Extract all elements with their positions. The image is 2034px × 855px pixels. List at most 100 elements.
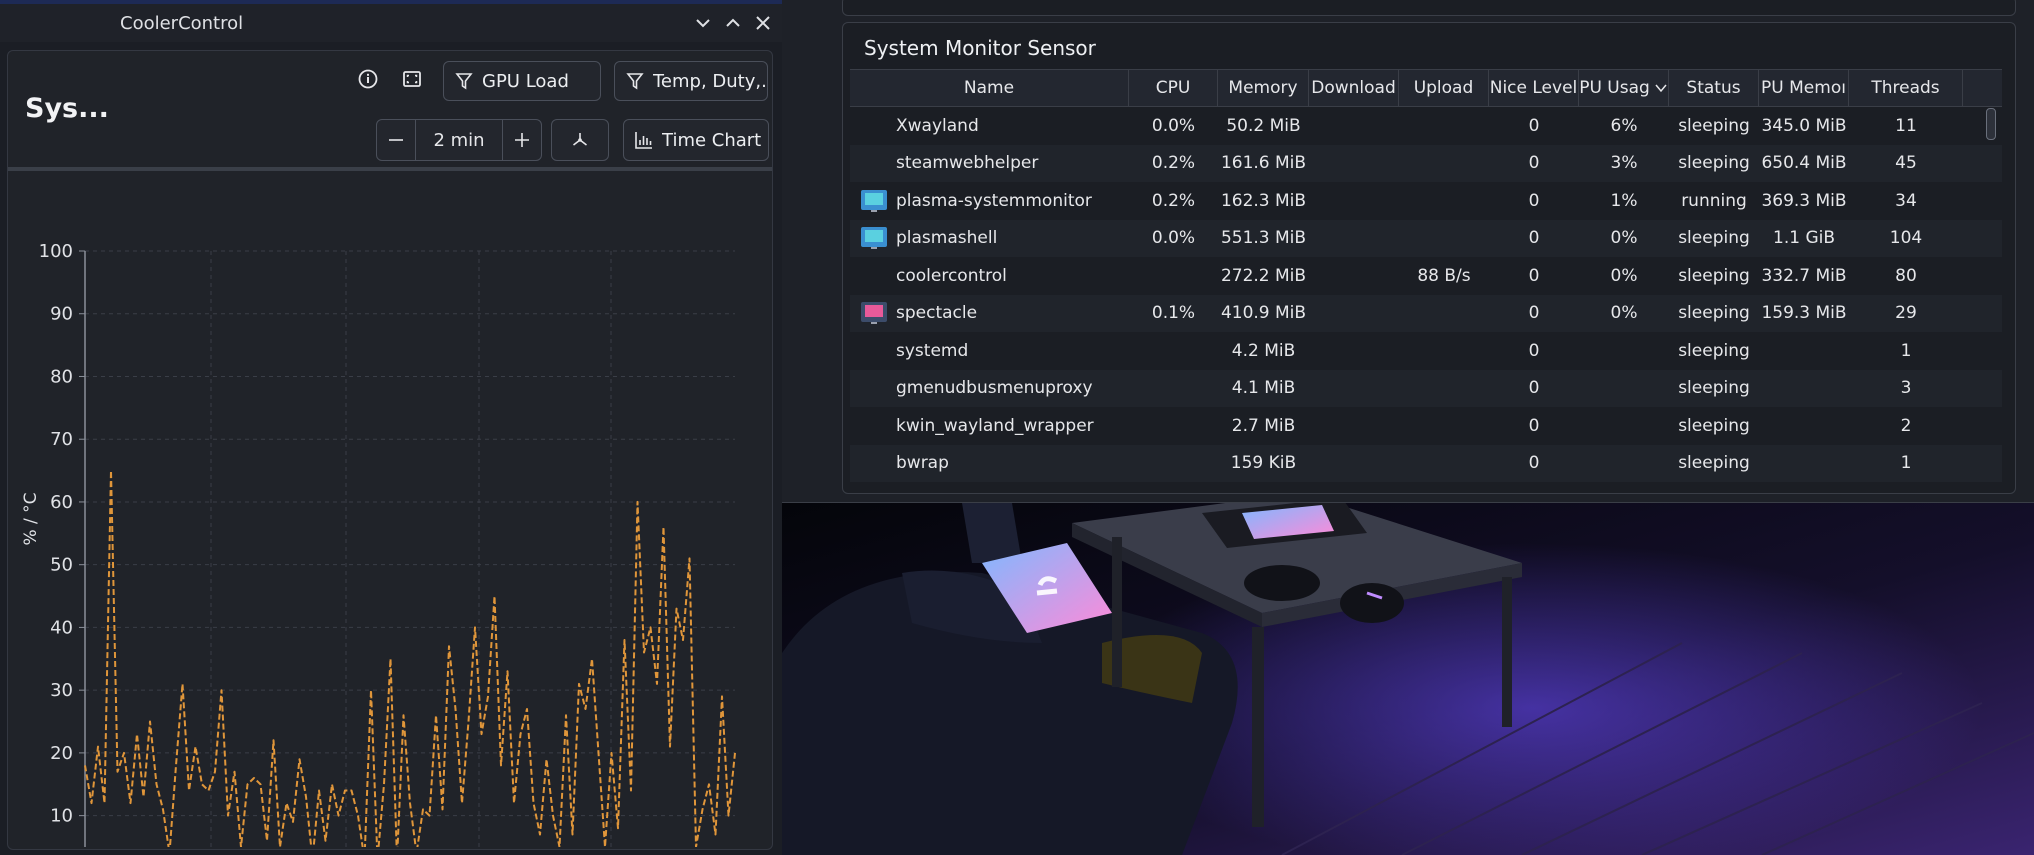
column-header-download[interactable]: Download (1309, 70, 1399, 106)
cell-upload (1399, 370, 1489, 408)
coolercontrol-window: CoolerControl Sys... GPU Load Temp, Duty… (0, 0, 783, 855)
cell-nice: 0 (1528, 340, 1540, 361)
column-header-cpu[interactable]: CPU (1129, 70, 1218, 106)
minimize-button[interactable] (692, 12, 714, 34)
table-body: Xwayland 0.0% 50.2 MiB 0 6% sleeping 345.0 MiB… (850, 107, 2002, 482)
cell-download (1309, 295, 1399, 333)
column-header-upload[interactable]: Upload (1399, 70, 1489, 106)
cell-status: sleeping (1678, 453, 1750, 474)
maximize-button[interactable] (722, 12, 744, 34)
cell-gpu-memory: 159.3 MiB (1761, 303, 1847, 324)
cell-gpu-memory (1759, 407, 1849, 445)
cell-download (1309, 332, 1399, 370)
table-scrollbar[interactable] (1986, 108, 1996, 140)
wallpaper-image (782, 503, 2034, 855)
table-row[interactable]: plasmashell 0.0% 551.3 MiB 0 0% sleeping 1.1 G… (850, 219, 2002, 258)
column-header-nice-level[interactable]: Nice Level (1489, 70, 1579, 106)
dashboard-title: Sys... (25, 93, 109, 124)
window-titlebar[interactable]: CoolerControl (0, 4, 782, 42)
cell-status: sleeping (1678, 115, 1750, 136)
cell-threads: 45 (1895, 153, 1917, 174)
column-header-gpu-usage[interactable]: PU Usag (1579, 70, 1669, 106)
minus-icon (389, 139, 403, 141)
cell-threads: 2 (1900, 415, 1912, 436)
cell-upload (1399, 107, 1489, 145)
upper-panel (842, 0, 2016, 16)
cell-gpu-usage: 1% (1610, 190, 1638, 211)
y-tick-label: 20 (50, 743, 73, 764)
time-chart[interactable]: 10 20 30 40 50 60 70 80 90 100 % / °C (8, 175, 772, 847)
fullscreen-button[interactable] (398, 65, 426, 93)
column-header-threads[interactable]: Threads (1849, 70, 1963, 106)
y-tick-label: 80 (50, 366, 73, 387)
cell-cpu (1129, 445, 1218, 483)
row-filler (1963, 332, 2002, 370)
filter-temp-button[interactable]: Temp, Duty,... (614, 61, 768, 101)
table-header: Name CPU Memory Download Upload Nice Lev… (850, 69, 2002, 107)
table-row[interactable]: gmenudbusmenuproxy 4.1 MiB 0 sleeping 3 (850, 369, 2002, 408)
close-button[interactable] (752, 12, 774, 34)
chevron-down-icon (696, 19, 710, 28)
cell-gpu-usage (1579, 332, 1669, 370)
cell-memory: 159 KiB (1230, 453, 1297, 474)
table-row[interactable]: kwin_wayland_wrapper 2.7 MiB 0 sleeping 2 (850, 407, 2002, 445)
process-name: bwrap (896, 453, 949, 474)
decrease-duration-button[interactable] (377, 120, 415, 160)
cell-memory: 50.2 MiB (1226, 115, 1301, 136)
cell-nice: 0 (1528, 378, 1540, 399)
cell-nice: 0 (1528, 228, 1540, 249)
cell-download (1309, 182, 1399, 220)
cell-threads: 29 (1895, 303, 1917, 324)
column-header-name[interactable]: Name (850, 70, 1129, 106)
cell-upload (1399, 295, 1489, 333)
column-header-status[interactable]: Status (1669, 70, 1759, 106)
increase-duration-button[interactable] (503, 120, 541, 160)
axis-options-button[interactable] (551, 119, 609, 161)
chart-type-button[interactable]: Time Chart (623, 119, 769, 161)
cell-download (1309, 145, 1399, 183)
column-header-memory[interactable]: Memory (1218, 70, 1309, 106)
cell-cpu: 0.1% (1151, 303, 1196, 324)
info-button[interactable] (354, 65, 382, 93)
blank-app-icon (860, 151, 888, 175)
cell-threads: 3 (1900, 378, 1912, 399)
filter-gpu-button[interactable]: GPU Load (443, 61, 601, 101)
cell-name: plasma-systemmonitor (850, 182, 1129, 220)
cell-nice: 0 (1528, 115, 1540, 136)
table-row[interactable]: systemd 4.2 MiB 0 sleeping 1 (850, 332, 2002, 370)
cell-upload (1399, 145, 1489, 183)
process-name: coolercontrol (896, 265, 1007, 286)
chart-type-label: Time Chart (662, 129, 762, 151)
cell-name: gmenudbusmenuproxy (850, 370, 1129, 408)
cell-threads: 1 (1900, 453, 1912, 474)
process-name: plasma-systemmonitor (896, 190, 1092, 211)
cell-gpu-memory: 332.7 MiB (1761, 265, 1847, 286)
cell-upload: 88 B/s (1417, 265, 1471, 286)
cell-memory: 4.1 MiB (1231, 378, 1296, 399)
cell-status: sleeping (1678, 303, 1750, 324)
blank-app-icon (860, 264, 888, 288)
cell-gpu-memory: 650.4 MiB (1761, 153, 1847, 174)
table-row[interactable]: spectacle 0.1% 410.9 MiB 0 0% sleeping 159.3 M… (850, 294, 2002, 333)
y-tick-label: 100 (39, 241, 73, 262)
table-row[interactable]: bwrap 159 KiB 0 sleeping 1 (850, 444, 2002, 483)
column-header-gpu-memory[interactable]: PU Memoı (1759, 70, 1849, 106)
row-filler (1963, 220, 2002, 258)
duration-value[interactable]: 2 min (415, 120, 503, 160)
system-monitor-window: System Monitor Sensor Name CPU Memory Do… (782, 0, 2034, 503)
cell-threads: 1 (1900, 340, 1912, 361)
cell-gpu-usage (1579, 407, 1669, 445)
close-icon (756, 16, 770, 30)
table-row[interactable]: coolercontrol 272.2 MiB 88 B/s 0 0% sleeping 3… (850, 257, 2002, 295)
table-row[interactable]: steamwebhelper 0.2% 161.6 MiB 0 3% sleeping 65… (850, 144, 2002, 183)
cell-cpu: 0.0% (1151, 228, 1196, 249)
cell-name: kwin_wayland_wrapper (850, 407, 1129, 445)
cell-name: steamwebhelper (850, 145, 1129, 183)
table-row[interactable]: plasma-systemmonitor 0.2% 162.3 MiB 0 1% runn… (850, 182, 2002, 220)
table-row[interactable]: Xwayland 0.0% 50.2 MiB 0 6% sleeping 345.0 MiB… (850, 107, 2002, 145)
row-filler (1963, 145, 2002, 183)
process-name: steamwebhelper (896, 153, 1039, 174)
cell-memory: 272.2 MiB (1220, 265, 1307, 286)
duration-stepper: 2 min (376, 119, 542, 161)
cell-threads: 104 (1889, 228, 1923, 249)
